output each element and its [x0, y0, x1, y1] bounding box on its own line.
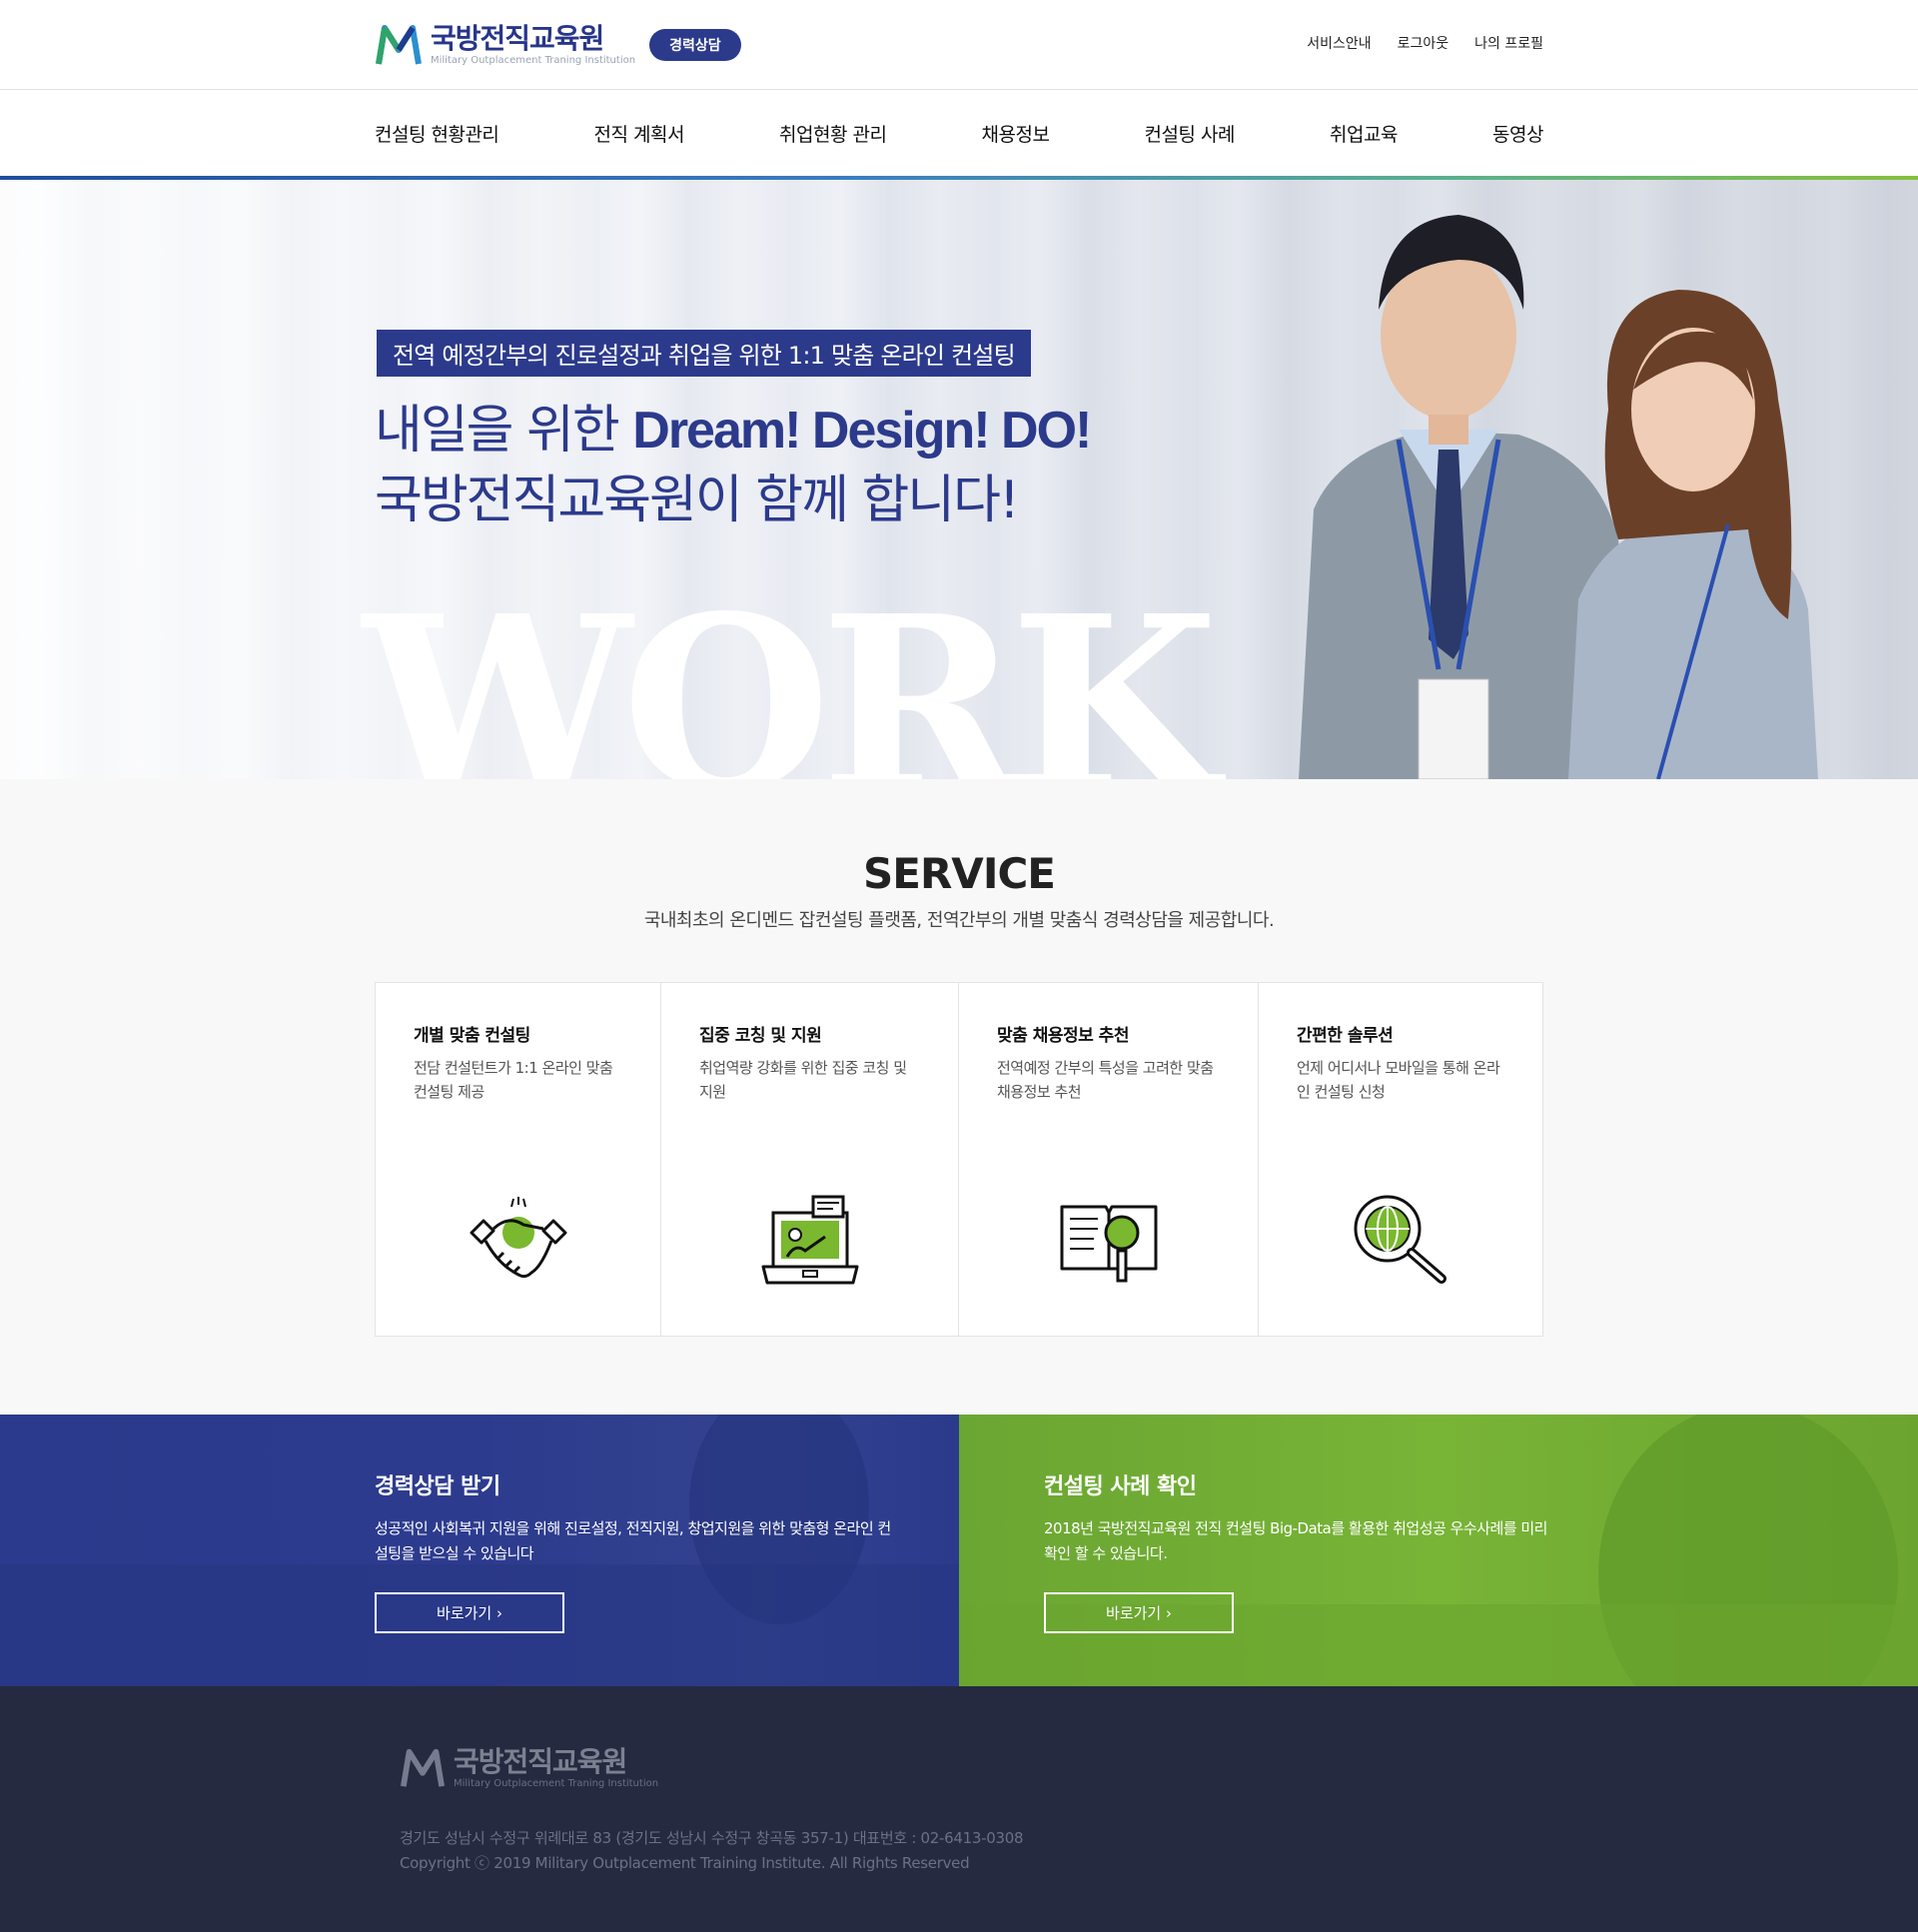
- nav-item-consulting-status[interactable]: 컨설팅 현황관리: [375, 120, 499, 147]
- logout-link[interactable]: 로그아웃: [1398, 33, 1449, 53]
- service-section: SERVICE 국내최초의 온디멘드 잡컨설팅 플랫폼, 전역간부의 개별 맞춤…: [0, 779, 1918, 1415]
- footer-logo-title: 국방전직교육원: [454, 1745, 627, 1778]
- footer-address: 경기도 성남시 수정구 위례대로 83 (경기도 성남시 수정구 창곡동 357…: [400, 1829, 1024, 1847]
- card-description: 취업역량 강화를 위한 집중 코칭 및 지원: [699, 1059, 907, 1101]
- footer-logo-mark-icon: [400, 1748, 446, 1787]
- top-header: 국방전직교육원 Military Outplacement Traning In…: [0, 0, 1918, 90]
- card-title: 맞춤 채용정보 추천: [997, 1026, 1129, 1046]
- globe-magnifier-icon: [1354, 1195, 1446, 1284]
- logo-subtitle: Military Outplacement Traning Institutio…: [431, 55, 636, 66]
- hero-people-image: [1299, 215, 1818, 779]
- footer-logo: 국방전직교육원 Military Outplacement Traning In…: [400, 1744, 658, 1792]
- service-card[interactable]: 개별 맞춤 컨설팅 전담 컨설턴트가 1:1 온라인 맞춤 컨설팅 제공: [376, 983, 661, 1336]
- service-subtitle: 국내최초의 온디멘드 잡컨설팅 플랫폼, 전역간부의 개별 맞춤식 경력상담을 …: [643, 910, 1275, 931]
- service-guide-link[interactable]: 서비스안내: [1307, 33, 1371, 53]
- handshake-icon: [470, 1197, 566, 1279]
- card-description: 전담 컨설턴트가 1:1 온라인 맞춤 컨설팅 제공: [414, 1059, 613, 1101]
- service-card[interactable]: 집중 코칭 및 지원 취업역량 강화를 위한 집중 코칭 및 지원: [661, 983, 959, 1336]
- cases-go-button[interactable]: 바로가기 ›: [1044, 1592, 1234, 1633]
- hero-banner: WORK 전역 예정간부의 진로설정과 취업을 위한 1:1 맞춤 온라인 컨설…: [0, 180, 1918, 779]
- footer-info: 경기도 성남시 수정구 위례대로 83 (경기도 성남시 수정구 창곡동 357…: [400, 1826, 1024, 1876]
- cases-banner-description: 2018년 국방전직교육원 전직 컨설팅 Big-Data를 활용한 취업성공 …: [1044, 1519, 1547, 1562]
- nav-item-job-info[interactable]: 채용정보: [982, 120, 1050, 147]
- consult-banner: 경력상담 받기 성공적인 사회복귀 지원을 위해 진로설정, 전직지원, 창업지…: [0, 1415, 959, 1686]
- main-navigation: 컨설팅 현황관리 전직 계획서 취업현황 관리 채용정보 컨설팅 사례 취업교육…: [0, 90, 1918, 176]
- laptop-coaching-icon: [761, 1195, 858, 1285]
- logo-title: 국방전직교육원: [431, 22, 604, 55]
- card-title: 개별 맞춤 컨설팅: [414, 1026, 530, 1046]
- service-card[interactable]: 간편한 솔루션 언제 어디서나 모바일을 통해 온라인 컨설팅 신청: [1259, 983, 1542, 1336]
- card-description: 전역예정 간부의 특성을 고려한 맞춤 채용정보 추천: [997, 1059, 1214, 1101]
- utility-menu: 서비스안내 로그아웃 나의 프로필: [1307, 33, 1543, 53]
- career-consult-badge[interactable]: 경력상담: [649, 29, 741, 61]
- consult-banner-title: 경력상담 받기: [375, 1474, 500, 1499]
- card-title: 간편한 솔루션: [1297, 1026, 1394, 1046]
- card-title: 집중 코칭 및 지원: [699, 1026, 822, 1046]
- cases-banner: 컨설팅 사례 확인 2018년 국방전직교육원 전직 컨설팅 Big-Data를…: [959, 1415, 1918, 1686]
- book-search-icon: [1060, 1205, 1157, 1283]
- hero-headline-2: 국방전직교육원이 함께 합니다!: [375, 471, 1020, 530]
- service-cards: 개별 맞춤 컨설팅 전담 컨설턴트가 1:1 온라인 맞춤 컨설팅 제공 집중 …: [375, 982, 1543, 1337]
- nav-item-job-education[interactable]: 취업교육: [1330, 120, 1398, 147]
- logo-mark-icon: [376, 25, 422, 65]
- cta-banners: 경력상담 받기 성공적인 사회복귀 지원을 위해 진로설정, 전직지원, 창업지…: [0, 1415, 1918, 1686]
- consult-go-button[interactable]: 바로가기 ›: [375, 1592, 564, 1633]
- consult-banner-description: 성공적인 사회복귀 지원을 위해 진로설정, 전직지원, 창업지원을 위한 맞춤…: [375, 1519, 891, 1562]
- site-logo[interactable]: 국방전직교육원 Military Outplacement Traning In…: [375, 20, 741, 70]
- footer-copyright: Copyright ⓒ 2019 Military Outplacement T…: [400, 1854, 970, 1872]
- hero-headline-1: 내일을 위한 Dream! Design! DO!: [375, 401, 1092, 461]
- cases-banner-title: 컨설팅 사례 확인: [1044, 1474, 1197, 1499]
- service-card[interactable]: 맞춤 채용정보 추천 전역예정 간부의 특성을 고려한 맞춤 채용정보 추천: [959, 983, 1259, 1336]
- nav-item-transition-plan[interactable]: 전직 계획서: [593, 120, 684, 147]
- my-profile-link[interactable]: 나의 프로필: [1474, 33, 1543, 53]
- service-title: SERVICE: [863, 849, 1056, 898]
- nav-item-consulting-cases[interactable]: 컨설팅 사례: [1145, 120, 1236, 147]
- site-footer: 국방전직교육원 Military Outplacement Traning In…: [0, 1686, 1918, 1932]
- nav-item-videos[interactable]: 동영상: [1492, 120, 1543, 147]
- hero-tagline: 전역 예정간부의 진로설정과 취업을 위한 1:1 맞춤 온라인 컨설팅: [377, 330, 1031, 377]
- card-description: 언제 어디서나 모바일을 통해 온라인 컨설팅 신청: [1297, 1059, 1500, 1101]
- footer-logo-subtitle: Military Outplacement Traning Institutio…: [454, 1778, 659, 1789]
- hero-background-word: WORK: [363, 563, 1219, 779]
- nav-item-employment-status[interactable]: 취업현황 관리: [779, 120, 887, 147]
